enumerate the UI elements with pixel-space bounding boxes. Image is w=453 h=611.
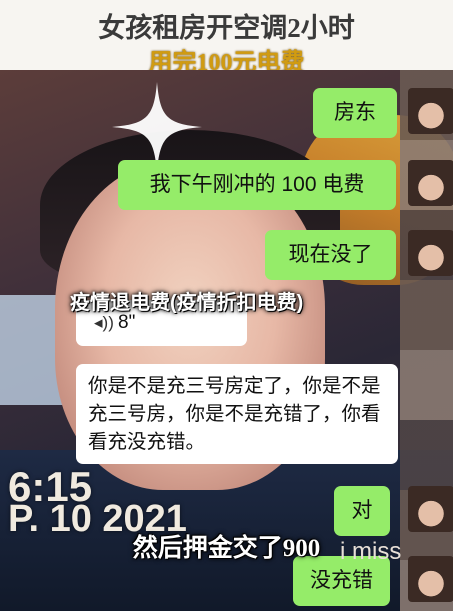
chat-bubble-sent: 我下午刚冲的 100 电费 — [118, 160, 396, 210]
chat-bubble-sent: 房东 — [313, 88, 397, 138]
avatar — [408, 160, 453, 206]
headline-title: 女孩租房开空调2小时 — [98, 13, 355, 43]
avatar — [408, 88, 453, 134]
overlay-banner: 疫情退电费(疫情折扣电费) — [70, 292, 304, 314]
avatar — [408, 486, 453, 532]
video-subtitle: 然后押金交了900 — [132, 535, 321, 562]
sparkle-icon — [112, 82, 202, 172]
header-strip: 女孩租房开空调2小时 用完100元电费 — [0, 0, 453, 76]
chat-bubble-received: 你是不是充三号房定了，你是不是充三号房，你是不是充错了，你看看充没充错。 — [76, 364, 398, 464]
avatar — [408, 230, 453, 276]
chat-bubble-sent: 现在没了 — [265, 230, 396, 280]
